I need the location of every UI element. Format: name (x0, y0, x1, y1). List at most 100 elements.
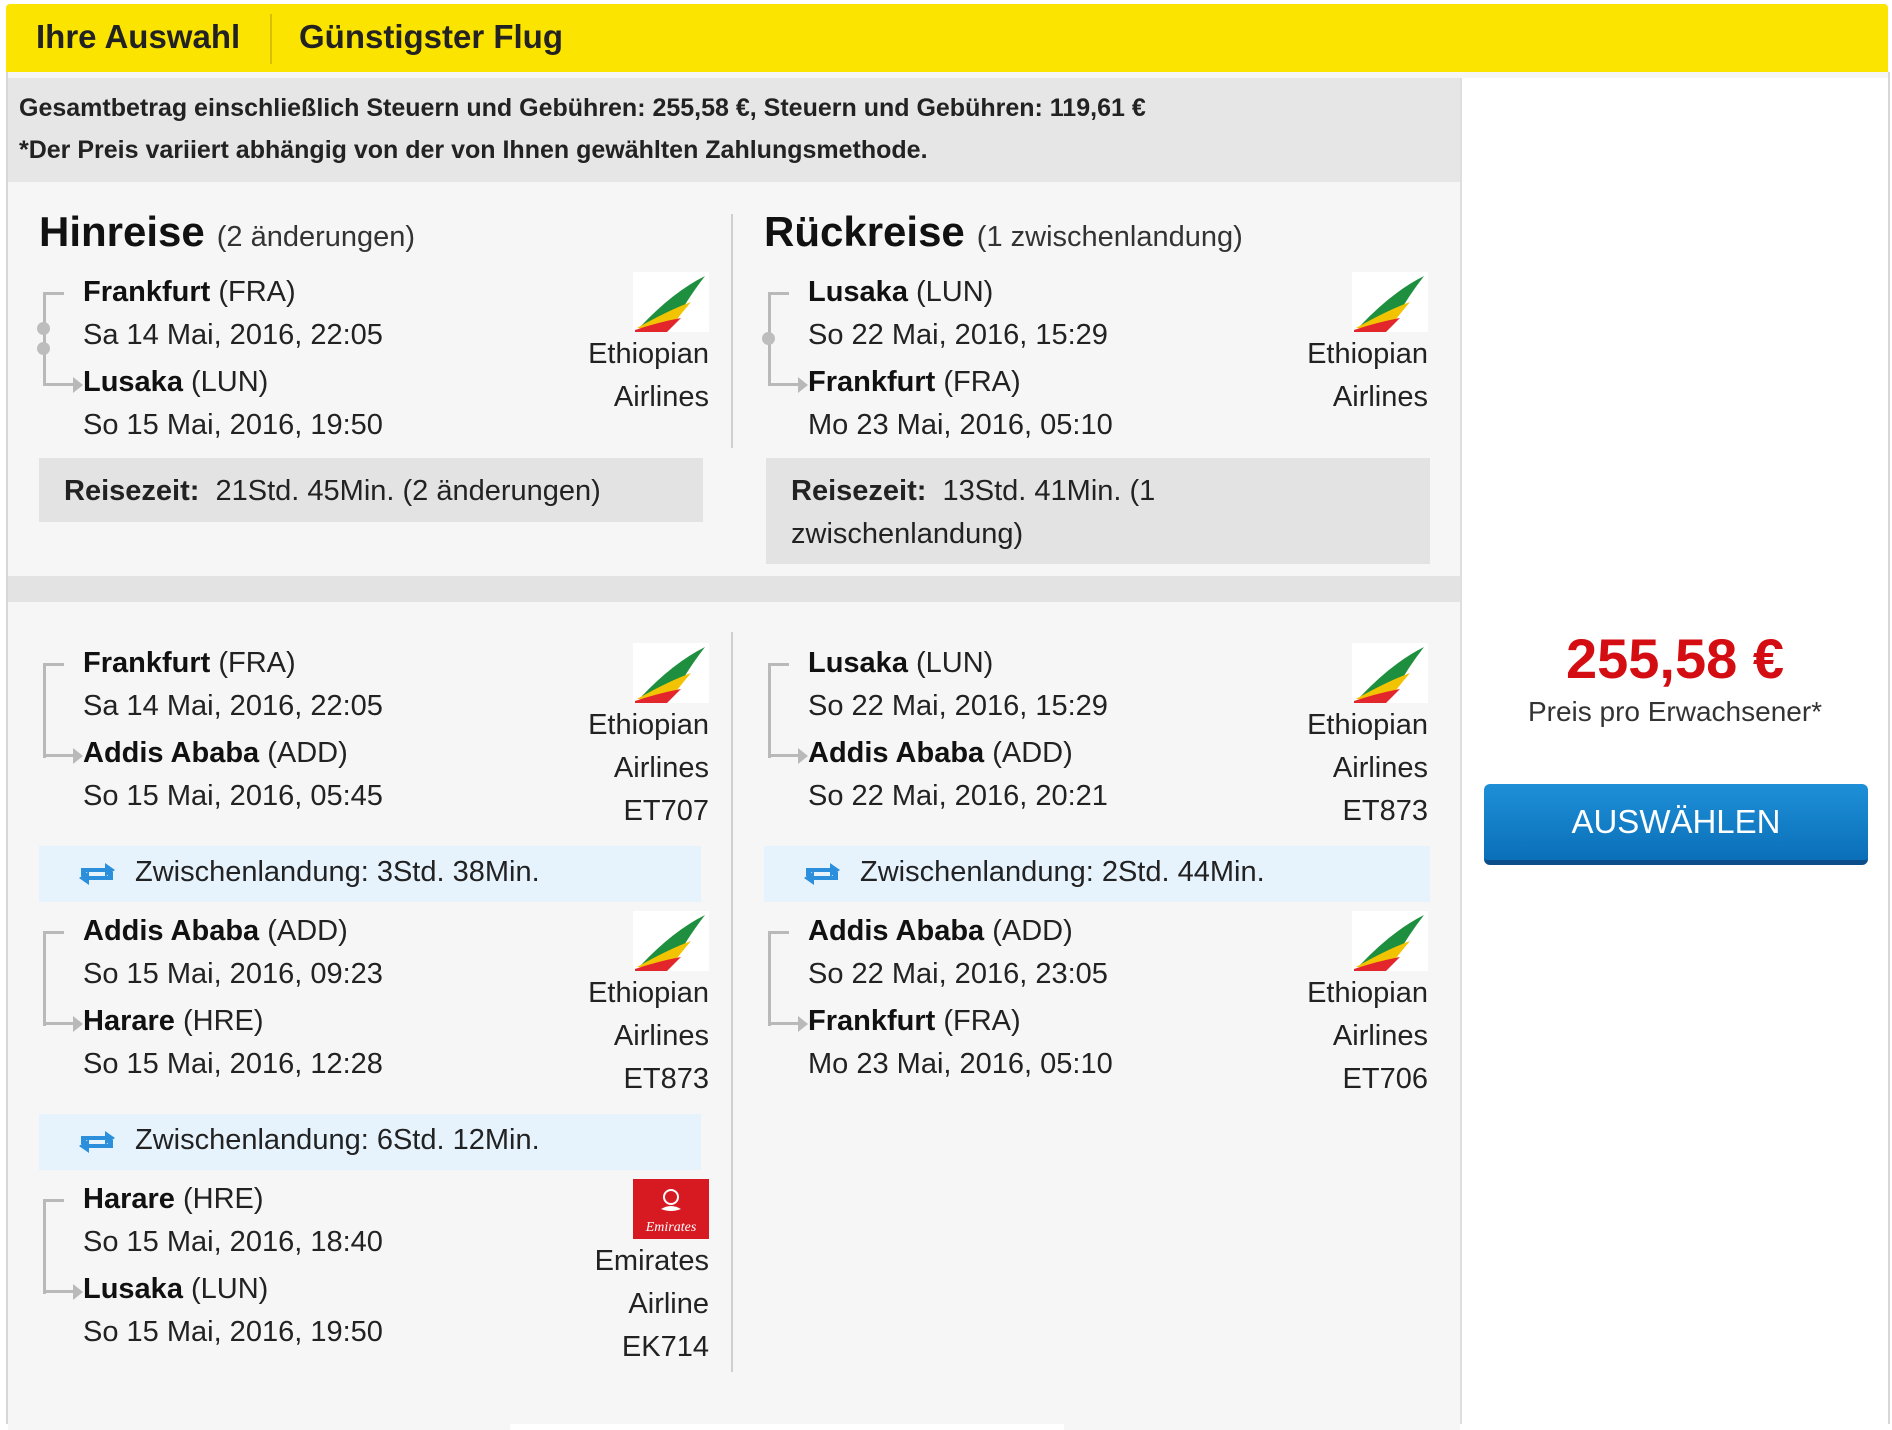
ethiopian-airlines-logo-icon (1352, 911, 1428, 971)
airport-code: (HRE) (182, 1183, 264, 1215)
route-arrow-line (768, 754, 798, 757)
airport-code: (FRA) (218, 647, 296, 679)
airline-name-line2: Airlines (1332, 381, 1428, 413)
from-date: So 15 Mai, 2016, 09:23 (83, 958, 383, 990)
city-name: Addis Ababa (83, 737, 260, 769)
ethiopian-airlines-logo-icon (1352, 272, 1428, 332)
from-date: So 15 Mai, 2016, 18:40 (83, 1226, 383, 1258)
from-date: So 22 Mai, 2016, 23:05 (808, 958, 1108, 990)
outbound-segment-3[interactable]: Harare (HRE) So 15 Mai, 2016, 18:40 Lusa… (39, 1179, 709, 1363)
outbound-segment-2[interactable]: Addis Ababa (ADD) So 15 Mai, 2016, 09:23… (39, 911, 709, 1095)
airline-name: Emirates (594, 1245, 709, 1277)
return-title-text: Rückreise (764, 208, 965, 255)
summary-column-divider (731, 214, 733, 448)
travel-time-value-line2: zwischenlandung) (791, 518, 1024, 550)
airport-code: (ADD) (992, 915, 1073, 947)
offer-price-label: Preis pro Erwachsener* (1527, 696, 1823, 727)
travel-time-value: 13Std. 41Min. (1 (942, 475, 1156, 507)
city-name: Addis Ababa (808, 915, 985, 947)
flight-number: EK714 (621, 1331, 709, 1363)
airport-code: (FRA) (218, 276, 296, 308)
flight-number: ET873 (1342, 795, 1428, 827)
detail-column-divider (731, 632, 733, 1372)
tab-ihre-auswahl[interactable]: Ihre Auswahl (36, 18, 240, 56)
route-bracket (43, 663, 64, 758)
airline-name-line2: Airlines (1332, 752, 1428, 784)
to-date: So 15 Mai, 2016, 19:50 (83, 1316, 383, 1348)
airline-name: Ethiopian (588, 338, 709, 370)
stopover-text: Zwischenlandung: 3Std. 38Min. (135, 856, 540, 888)
return-stopover-1: Zwischenlandung: 2Std. 44Min. (764, 846, 1430, 902)
airport-code: (ADD) (267, 915, 348, 947)
airport-code: (HRE) (182, 1005, 264, 1037)
city-name: Lusaka (83, 1273, 183, 1305)
from-city: Lusaka (LUN) (808, 276, 993, 309)
bottom-tab-left (8, 1424, 510, 1430)
airline-name: Ethiopian (1307, 709, 1428, 741)
return-segment-1[interactable]: Lusaka (LUN) So 22 Mai, 2016, 15:29 Addi… (764, 643, 1428, 827)
airport-code: (ADD) (267, 737, 348, 769)
select-button[interactable]: AUSWÄHLEN (1484, 784, 1868, 865)
outbound-title-text: Hinreise (39, 208, 205, 255)
stopover-text: Zwischenlandung: 6Std. 12Min. (135, 1124, 540, 1156)
to-date: Mo 23 Mai, 2016, 05:10 (808, 409, 1113, 441)
outbound-title: Hinreise (2 änderungen) (39, 208, 415, 256)
airline-name: Ethiopian (588, 709, 709, 741)
stop-dot (37, 342, 50, 355)
airport-code: (LUN) (191, 366, 269, 398)
stopover-exchange-icon (79, 1131, 115, 1153)
route-arrowhead (73, 1016, 83, 1032)
airline-name-line2: Airlines (1332, 1020, 1428, 1052)
svg-text:Emirates: Emirates (645, 1220, 697, 1235)
price-info-bar: Gesamtbetrag einschließlich Steuern und … (8, 78, 1460, 182)
outbound-summary[interactable]: Frankfurt (FRA) Sa 14 Mai, 2016, 22:05 L… (37, 272, 709, 452)
airport-code: (LUN) (916, 647, 994, 679)
from-date: So 22 Mai, 2016, 15:29 (808, 690, 1108, 722)
from-city: Frankfurt (FRA) (83, 647, 296, 680)
airline-name: Ethiopian (588, 977, 709, 1009)
payment-note-line: *Der Preis variiert abhängig von der von… (19, 136, 928, 164)
stop-dot (762, 332, 775, 345)
route-arrowhead (73, 1284, 83, 1300)
flight-number: ET707 (623, 795, 709, 827)
to-city: Addis Ababa (ADD) (808, 737, 1073, 770)
from-city: Addis Ababa (ADD) (83, 915, 348, 948)
outbound-stopover-2: Zwischenlandung: 6Std. 12Min. (39, 1114, 701, 1170)
airport-code: (FRA) (943, 366, 1021, 398)
route-arrowhead (798, 1016, 808, 1032)
return-summary[interactable]: Lusaka (LUN) So 22 Mai, 2016, 15:29 Fran… (762, 272, 1428, 452)
route-arrow-line (43, 1290, 73, 1293)
return-segment-2[interactable]: Addis Ababa (ADD) So 22 Mai, 2016, 23:05… (764, 911, 1428, 1095)
to-date: So 15 Mai, 2016, 19:50 (83, 409, 383, 441)
to-city: Lusaka (LUN) (83, 366, 268, 399)
airline-name-line2: Airlines (613, 1020, 709, 1052)
airport-code: (LUN) (916, 276, 994, 308)
travel-time-value: 21Std. 45Min. (2 änderungen) (215, 475, 601, 507)
return-title: Rückreise (1 zwischenlandung) (764, 208, 1243, 256)
bottom-tab-right (1064, 1424, 1460, 1430)
travel-time-label: Reisezeit: (791, 475, 927, 507)
to-city: Harare (HRE) (83, 1005, 264, 1038)
total-price-line: Gesamtbetrag einschließlich Steuern und … (19, 94, 1146, 122)
airline-name-line2: Airline (628, 1288, 709, 1320)
city-name: Harare (83, 1183, 175, 1215)
route-arrowhead (798, 748, 808, 764)
tab-guenstigster-flug[interactable]: Günstigster Flug (299, 18, 563, 56)
airline-name-line2: Airlines (613, 752, 709, 784)
to-date: So 15 Mai, 2016, 12:28 (83, 1048, 383, 1080)
city-name: Lusaka (808, 276, 908, 308)
route-bracket (768, 931, 789, 1026)
to-date: So 15 Mai, 2016, 05:45 (83, 780, 383, 812)
city-name: Lusaka (83, 366, 183, 398)
from-city: Addis Ababa (ADD) (808, 915, 1073, 948)
airport-code: (ADD) (992, 737, 1073, 769)
section-divider (8, 576, 1460, 602)
route-arrow-line (768, 383, 798, 386)
to-city: Lusaka (LUN) (83, 1273, 268, 1306)
offer-price: 255,58 € (1566, 627, 1784, 690)
stopover-exchange-icon (804, 863, 840, 885)
city-name: Frankfurt (83, 647, 211, 679)
return-travel-time: Reisezeit: 13Std. 41Min. (1 zwischenlandu… (766, 458, 1430, 564)
route-bracket (43, 1199, 64, 1294)
outbound-segment-1[interactable]: Frankfurt (FRA) Sa 14 Mai, 2016, 22:05 A… (39, 643, 709, 827)
